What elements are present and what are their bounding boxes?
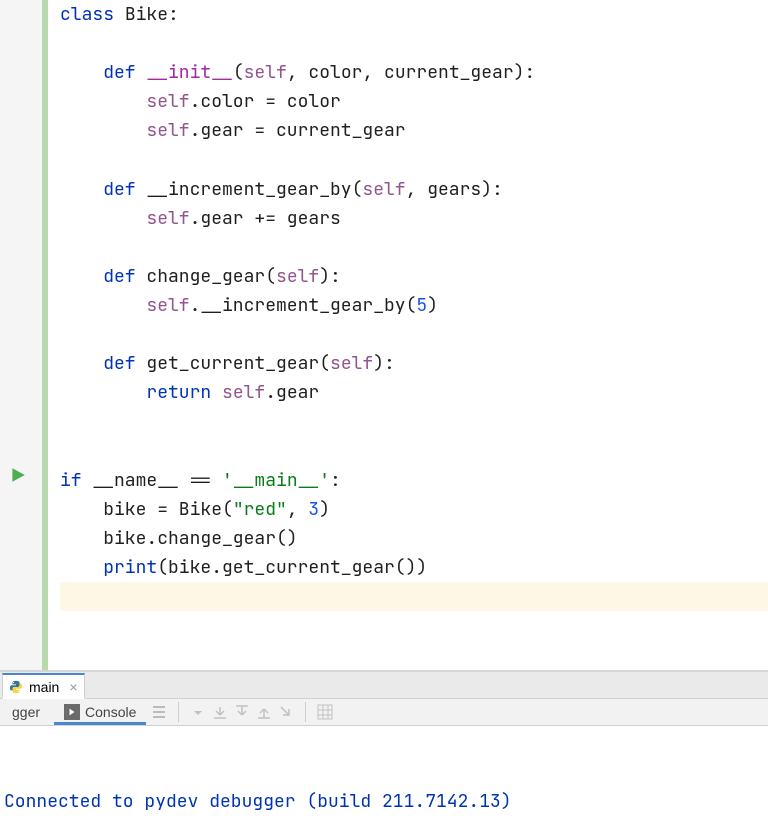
code-line[interactable] — [60, 436, 768, 465]
down-stack-icon[interactable] — [211, 703, 229, 721]
code-line[interactable] — [60, 407, 768, 436]
code-editor: class Bike: def __init__(self, color, cu… — [0, 0, 768, 670]
code-line[interactable]: self.gear = current_gear — [60, 116, 768, 145]
code-line[interactable]: class Bike: — [60, 0, 768, 29]
grid-icon[interactable] — [316, 703, 334, 721]
gutter — [0, 0, 42, 670]
code-line[interactable]: self.gear += gears — [60, 204, 768, 233]
code-line[interactable] — [60, 29, 768, 58]
stack-up-icon[interactable] — [255, 703, 273, 721]
run-toolbar: gger Console — [0, 699, 768, 726]
console-output[interactable]: Connected to pydev debugger (build 211.7… — [0, 726, 768, 830]
code-content[interactable]: class Bike: def __init__(self, color, cu… — [48, 0, 768, 670]
run-gutter-icon[interactable] — [9, 466, 27, 484]
code-line[interactable]: def get_current_gear(self): — [60, 349, 768, 378]
code-line[interactable]: def __increment_gear_by(self, gears): — [60, 175, 768, 204]
soft-wrap-icon[interactable] — [150, 703, 168, 721]
code-line[interactable]: return self.gear — [60, 378, 768, 407]
code-line[interactable] — [60, 145, 768, 174]
console-icon — [64, 704, 80, 720]
code-line[interactable] — [60, 233, 768, 262]
console-connect-line: Connected to pydev debugger (build 211.7… — [4, 788, 764, 816]
tab-console[interactable]: Console — [54, 699, 146, 725]
code-line[interactable]: def __init__(self, color, current_gear): — [60, 58, 768, 87]
separator — [178, 702, 179, 722]
close-icon[interactable]: × — [69, 679, 77, 695]
code-line[interactable]: def change_gear(self): — [60, 262, 768, 291]
run-tab-main[interactable]: main × — [2, 673, 85, 699]
code-line[interactable]: bike = Bike("red", 3) — [60, 495, 768, 524]
separator — [305, 702, 306, 722]
python-icon — [9, 680, 23, 694]
stack-down-icon[interactable] — [233, 703, 251, 721]
code-line[interactable]: if __name__ == '__main__': — [60, 466, 768, 495]
scroll-to-end-icon[interactable] — [277, 703, 295, 721]
code-line[interactable]: print(bike.get_current_gear()) — [60, 553, 768, 582]
run-tab-label: main — [29, 679, 59, 695]
code-line[interactable] — [60, 582, 768, 611]
up-stack-icon[interactable] — [189, 703, 207, 721]
code-line[interactable]: bike.change_gear() — [60, 524, 768, 553]
run-tab-strip: main × — [0, 672, 768, 699]
run-tool-window: main × gger Console — [0, 670, 768, 830]
code-line[interactable]: self.__increment_gear_by(5) — [60, 291, 768, 320]
code-line[interactable] — [60, 320, 768, 349]
code-line[interactable]: self.color = color — [60, 87, 768, 116]
tab-debugger[interactable]: gger — [2, 699, 50, 725]
